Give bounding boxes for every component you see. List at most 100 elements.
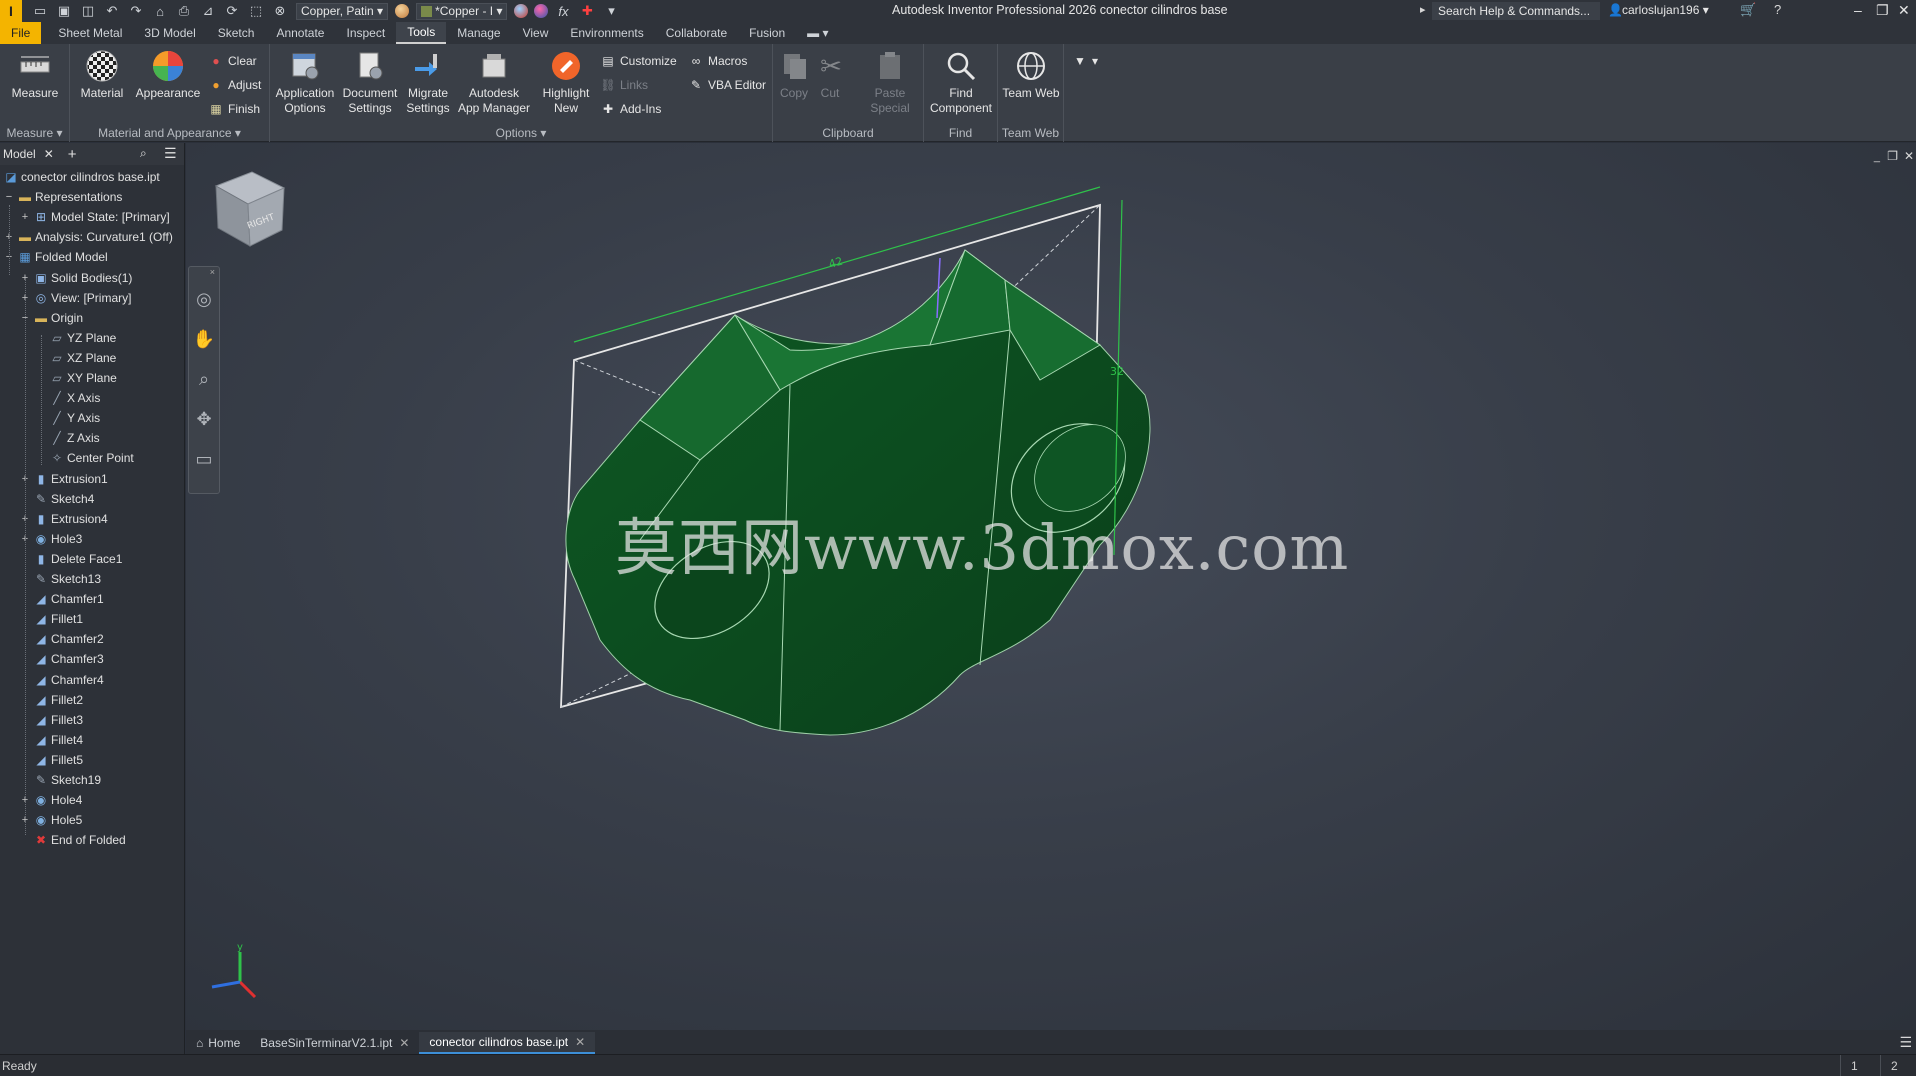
tree-node[interactable]: + ◉ Hole4 (20, 790, 83, 810)
customize-button[interactable]: ▤ Customize (600, 54, 676, 68)
highlight-new-button[interactable]: Highlight New (536, 48, 596, 116)
adjust-appearance-icon[interactable] (514, 4, 529, 18)
no-material-icon[interactable]: ⊗ (271, 3, 289, 19)
full-navigation-wheel-icon[interactable]: ◎ (189, 279, 219, 319)
finish-button[interactable]: ▦ Finish (208, 102, 260, 116)
find-component-button[interactable]: Find Component (928, 48, 994, 116)
measure-panel-label[interactable]: Measure ▾ (0, 126, 69, 140)
close-tab-icon[interactable]: ✕ (399, 1036, 409, 1050)
browser-tab-model[interactable]: Model (3, 147, 36, 161)
application-options-button[interactable]: Application Options (272, 48, 338, 116)
3d-model[interactable]: 42 32 (540, 180, 1160, 740)
doc-tab-basesinterminar[interactable]: BaseSinTerminarV2.1.ipt ✕ (250, 1032, 419, 1054)
tree-node[interactable]: ◢ Chamfer4 (20, 670, 103, 690)
tree-node[interactable]: + ▮ Extrusion4 (20, 509, 108, 529)
dimension-label-32[interactable]: 32 (1110, 365, 1124, 378)
doc-tab-conector[interactable]: conector cilindros base.ipt ✕ (419, 1032, 596, 1054)
ribbon-options-dropdown[interactable]: ▼ ▾ (1072, 54, 1098, 68)
tree-node[interactable]: ▮ Delete Face1 (20, 549, 123, 569)
tree-node[interactable]: ◪ conector cilindros base.ipt (4, 167, 159, 187)
tree-node[interactable]: + ▮ Extrusion1 (20, 469, 108, 489)
dimension-label-42[interactable]: 42 (827, 255, 844, 271)
tab-file[interactable]: File (0, 22, 42, 44)
add-ins-button[interactable]: ✚ Add-Ins (600, 102, 661, 116)
tab-fusion[interactable]: Fusion (738, 22, 796, 44)
tree-node[interactable]: ✧ Center Point (36, 448, 134, 468)
measure-quick-icon[interactable]: ⊿ (199, 3, 217, 19)
tree-node[interactable]: + ◉ Hole5 (20, 810, 83, 830)
redo-icon[interactable]: ↷ (127, 3, 145, 19)
view-cube[interactable]: RIGHT (212, 168, 288, 248)
tree-node[interactable]: ✎ Sketch19 (20, 770, 101, 790)
tab-list-menu-icon[interactable]: ☰ (1899, 1034, 1912, 1051)
add-icon[interactable]: ✚ (578, 3, 596, 19)
tab-tools[interactable]: Tools (396, 22, 447, 44)
ribbon-display-toggle[interactable]: ▬ ▾ (796, 22, 839, 44)
material-button[interactable]: Material (74, 48, 130, 101)
pan-hand-icon[interactable]: ✋ (189, 319, 219, 359)
viewport-minimize-icon[interactable]: _ (1874, 151, 1880, 163)
tree-node[interactable]: ▱ XY Plane (36, 368, 116, 388)
app-manager-button[interactable]: Autodesk App Manager (454, 48, 534, 116)
tree-node[interactable]: ◢ Chamfer2 (20, 629, 103, 649)
appearance-combo[interactable]: *Copper - I ▾ (416, 2, 508, 20)
close-tab-icon[interactable]: ✕ (575, 1035, 585, 1049)
tree-node[interactable]: ◢ Fillet2 (20, 690, 83, 710)
material-combo[interactable]: Copper, Patin ▾ (296, 2, 389, 20)
tree-node[interactable]: ✖ End of Folded (20, 830, 126, 850)
cut-button[interactable]: ✂ Cut (813, 48, 847, 101)
tree-node[interactable]: + ◎ View: [Primary] (20, 288, 132, 308)
tree-node[interactable]: − ▬ Representations (4, 187, 123, 207)
tree-node[interactable]: − ▬ Origin (20, 308, 83, 328)
tree-node[interactable]: ◢ Chamfer3 (20, 649, 103, 669)
zoom-icon[interactable]: ⌕ (189, 359, 219, 399)
tab-environments[interactable]: Environments (559, 22, 654, 44)
cart-icon[interactable]: 🛒 (1740, 2, 1756, 18)
close-icon[interactable]: ✕ (1898, 2, 1910, 19)
home-icon[interactable]: ⌂ (151, 3, 169, 19)
tree-node[interactable]: ◢ Fillet3 (20, 710, 83, 730)
tab-inspect[interactable]: Inspect (335, 22, 396, 44)
minimize-icon[interactable]: – (1854, 2, 1862, 18)
options-panel-label[interactable]: Options ▾ (270, 126, 772, 140)
tree-node[interactable]: ✎ Sketch13 (20, 569, 101, 589)
update-icon[interactable]: ⟳ (223, 3, 241, 19)
fx-parameters-icon[interactable]: fx (554, 3, 572, 19)
clear-appearance-icon[interactable] (534, 4, 549, 18)
vba-editor-button[interactable]: ✎ VBA Editor (688, 78, 766, 92)
search-arrow-icon[interactable]: ▸ (1420, 3, 1426, 16)
appearance-button[interactable]: Appearance (132, 48, 204, 101)
viewport-restore-icon[interactable]: ❐ (1887, 149, 1898, 163)
clear-button[interactable]: ● Clear (208, 54, 256, 68)
measure-button[interactable]: Measure (6, 48, 64, 101)
tree-node[interactable]: − ▦ Folded Model (4, 247, 108, 267)
navbar-close-icon[interactable]: × (189, 267, 219, 279)
add-browser-tab-icon[interactable]: + (68, 146, 77, 163)
tree-node[interactable]: + ⊞ Model State: [Primary] (20, 207, 170, 227)
expand-icon[interactable]: + (20, 211, 30, 223)
orbit-icon[interactable]: ✥ (189, 399, 219, 439)
customize-dropdown-icon[interactable]: ▾ (602, 3, 620, 19)
macros-button[interactable]: ∞ Macros (688, 54, 748, 68)
tree-node[interactable]: ✎ Sketch4 (20, 489, 94, 509)
search-browser-icon[interactable]: ⌕ (140, 146, 147, 161)
viewport-close-icon[interactable]: ✕ (1904, 149, 1914, 163)
tree-node[interactable]: ╱ X Axis (36, 388, 100, 408)
tree-node[interactable]: ▱ YZ Plane (36, 328, 116, 348)
tab-collaborate[interactable]: Collaborate (655, 22, 738, 44)
tab-view[interactable]: View (512, 22, 560, 44)
save-icon[interactable]: ◫ (79, 3, 97, 19)
select-icon[interactable]: ⬚ (247, 3, 265, 19)
tree-node[interactable]: ╱ Z Axis (36, 428, 99, 448)
tree-node[interactable]: ◢ Fillet4 (20, 730, 83, 750)
tree-node[interactable]: ▱ XZ Plane (36, 348, 116, 368)
tab-sheet-metal[interactable]: Sheet Metal (47, 22, 133, 44)
collapse-icon[interactable]: − (4, 191, 14, 203)
tab-3d-model[interactable]: 3D Model (133, 22, 206, 44)
restore-icon[interactable]: ❐ (1876, 2, 1889, 19)
migrate-settings-button[interactable]: Migrate Settings (402, 48, 454, 116)
document-settings-button[interactable]: Document Settings (340, 48, 400, 116)
user-account[interactable]: carloslujan196 ▾ (1622, 3, 1709, 17)
close-browser-tab-icon[interactable]: ✕ (44, 147, 54, 161)
tree-node[interactable]: ◢ Fillet5 (20, 750, 83, 770)
